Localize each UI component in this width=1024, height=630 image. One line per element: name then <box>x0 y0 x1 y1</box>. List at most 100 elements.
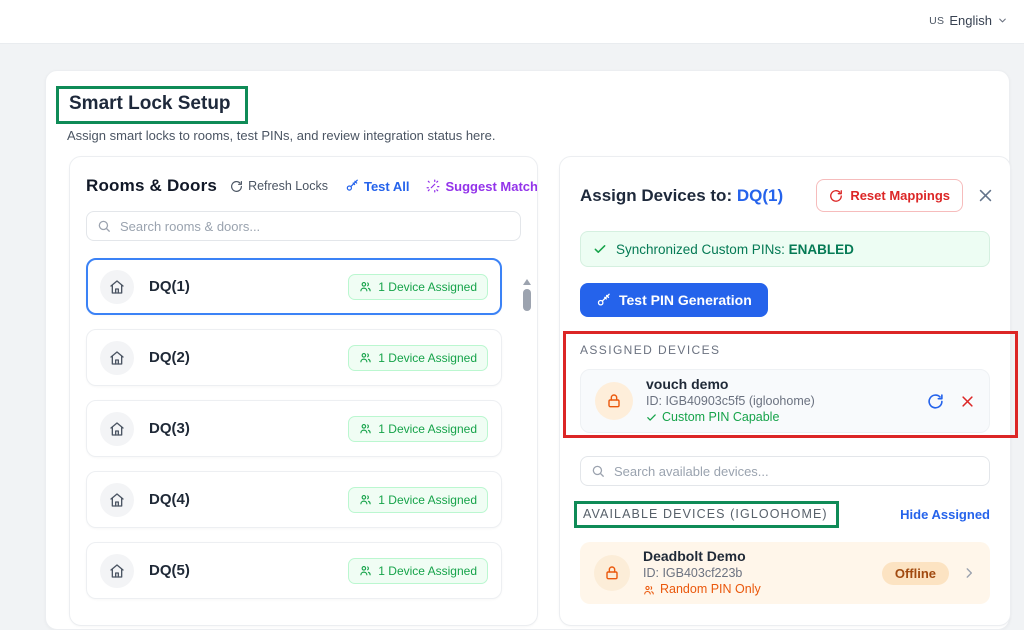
smart-lock-setup-card: Smart Lock Setup Assign smart locks to r… <box>45 70 1010 630</box>
capability-label: Custom PIN Capable <box>662 409 779 426</box>
device-id: ID: IGB403cf223b <box>643 565 761 582</box>
chevron-down-icon <box>997 15 1008 26</box>
assigned-device-card: vouch demo ID: IGB40903c5f5 (igloohome) … <box>580 369 990 433</box>
rooms-search-input[interactable] <box>86 211 521 241</box>
device-assigned-badge: 1 Device Assigned <box>348 345 488 371</box>
home-icon <box>100 483 134 517</box>
device-capability: Custom PIN Capable <box>646 409 815 426</box>
refresh-locks-label: Refresh Locks <box>248 179 328 193</box>
language-label: English <box>949 13 992 28</box>
device-assigned-badge: 1 Device Assigned <box>348 487 488 513</box>
key-icon <box>345 179 359 193</box>
users-icon <box>359 422 372 435</box>
test-pin-generation-button[interactable]: Test PIN Generation <box>580 283 768 317</box>
wand-sparkles-icon <box>426 179 440 193</box>
device-refresh-icon[interactable] <box>927 393 944 410</box>
test-all-label: Test All <box>364 179 410 194</box>
users-icon <box>359 564 372 577</box>
room-name: DQ(5) <box>149 562 190 579</box>
devices-search-input[interactable] <box>580 456 990 486</box>
home-icon <box>100 270 134 304</box>
device-assigned-badge: 1 Device Assigned <box>348 416 488 442</box>
chevron-right-icon <box>962 566 976 580</box>
lock-icon <box>594 555 630 591</box>
room-row-dq5[interactable]: DQ(5) 1 Device Assigned <box>86 542 502 599</box>
hide-assigned-link[interactable]: Hide Assigned <box>900 507 990 522</box>
sync-banner-status: ENABLED <box>789 242 854 257</box>
assigned-devices-heading: ASSIGNED DEVICES <box>580 343 990 357</box>
language-selector[interactable]: US English <box>929 13 1008 28</box>
available-devices-heading: AVAILABLE DEVICES (IGLOOHOME) <box>574 501 839 528</box>
available-device-card[interactable]: Deadbolt Demo ID: IGB403cf223b Random PI… <box>580 542 990 604</box>
rooms-panel-header: Rooms & Doors Refresh Locks Test All Sug… <box>70 157 537 196</box>
assign-devices-panel: Assign Devices to: DQ(1) Reset Mappings … <box>559 156 1011 626</box>
users-icon <box>359 280 372 293</box>
device-assigned-badge: 1 Device Assigned <box>348 274 488 300</box>
badge-label: 1 Device Assigned <box>378 564 477 578</box>
assign-panel-title: Assign Devices to: DQ(1) <box>580 186 783 206</box>
assign-title-prefix: Assign Devices to: <box>580 186 737 205</box>
test-all-button[interactable]: Test All <box>345 179 410 194</box>
sync-banner-prefix: Synchronized Custom PINs: <box>616 242 789 257</box>
language-code: US <box>929 15 944 27</box>
status-badge: Offline <box>882 562 949 585</box>
badge-label: 1 Device Assigned <box>378 280 477 294</box>
home-icon <box>100 412 134 446</box>
refresh-locks-button[interactable]: Refresh Locks <box>230 179 328 193</box>
assigned-device-info: vouch demo ID: IGB40903c5f5 (igloohome) … <box>646 376 815 426</box>
badge-label: 1 Device Assigned <box>378 422 477 436</box>
device-remove-icon[interactable] <box>960 394 975 409</box>
home-icon <box>100 341 134 375</box>
room-list: DQ(1) 1 Device Assigned DQ(2) 1 <box>86 258 502 599</box>
available-devices-header-row: AVAILABLE DEVICES (IGLOOHOME) Hide Assig… <box>580 501 990 528</box>
reset-mappings-button[interactable]: Reset Mappings <box>816 179 963 212</box>
badge-label: 1 Device Assigned <box>378 493 477 507</box>
search-icon <box>591 464 605 478</box>
search-icon <box>97 219 111 233</box>
refresh-icon <box>230 180 243 193</box>
badge-label: 1 Device Assigned <box>378 351 477 365</box>
device-assigned-badge: 1 Device Assigned <box>348 558 488 584</box>
rooms-panel-title: Rooms & Doors <box>86 176 217 196</box>
scrollbar-up-arrow[interactable] <box>523 279 531 285</box>
close-icon[interactable] <box>977 187 994 204</box>
devices-search <box>580 456 990 486</box>
section-subtitle: Assign smart locks to rooms, test PINs, … <box>67 128 495 143</box>
top-bar <box>0 0 1024 44</box>
assign-panel-header: Assign Devices to: DQ(1) Reset Mappings <box>580 179 994 212</box>
section-title: Smart Lock Setup <box>69 93 231 115</box>
scrollbar-thumb[interactable] <box>523 289 531 311</box>
device-name: Deadbolt Demo <box>643 548 761 565</box>
room-name: DQ(4) <box>149 491 190 508</box>
check-icon <box>593 242 607 256</box>
test-pin-label: Test PIN Generation <box>619 292 752 308</box>
suggest-matches-button[interactable]: Suggest Matches <box>426 179 538 194</box>
room-list-scrollbar[interactable] <box>522 279 531 311</box>
room-row-dq3[interactable]: DQ(3) 1 Device Assigned <box>86 400 502 457</box>
users-icon <box>359 493 372 506</box>
refresh-icon <box>829 189 843 203</box>
pin-mode-label: Random PIN Only <box>660 581 761 598</box>
room-row-dq2[interactable]: DQ(2) 1 Device Assigned <box>86 329 502 386</box>
room-row-dq1[interactable]: DQ(1) 1 Device Assigned <box>86 258 502 315</box>
reset-mappings-label: Reset Mappings <box>850 188 950 203</box>
home-icon <box>100 554 134 588</box>
rooms-panel: Rooms & Doors Refresh Locks Test All Sug… <box>69 156 538 626</box>
suggest-matches-label: Suggest Matches <box>445 179 538 194</box>
sync-pins-banner: Synchronized Custom PINs: ENABLED <box>580 231 990 267</box>
device-pin-mode: Random PIN Only <box>643 581 761 598</box>
users-icon <box>643 584 655 596</box>
room-name: DQ(2) <box>149 349 190 366</box>
rooms-search <box>86 211 521 241</box>
available-device-info: Deadbolt Demo ID: IGB403cf223b Random PI… <box>643 548 761 598</box>
room-name: DQ(1) <box>149 278 190 295</box>
check-icon <box>646 412 657 423</box>
room-name: DQ(3) <box>149 420 190 437</box>
users-icon <box>359 351 372 364</box>
assign-title-room: DQ(1) <box>737 186 783 205</box>
device-name: vouch demo <box>646 376 815 393</box>
room-row-dq4[interactable]: DQ(4) 1 Device Assigned <box>86 471 502 528</box>
device-id: ID: IGB40903c5f5 (igloohome) <box>646 393 815 410</box>
lock-icon <box>595 382 633 420</box>
key-icon <box>596 293 611 308</box>
